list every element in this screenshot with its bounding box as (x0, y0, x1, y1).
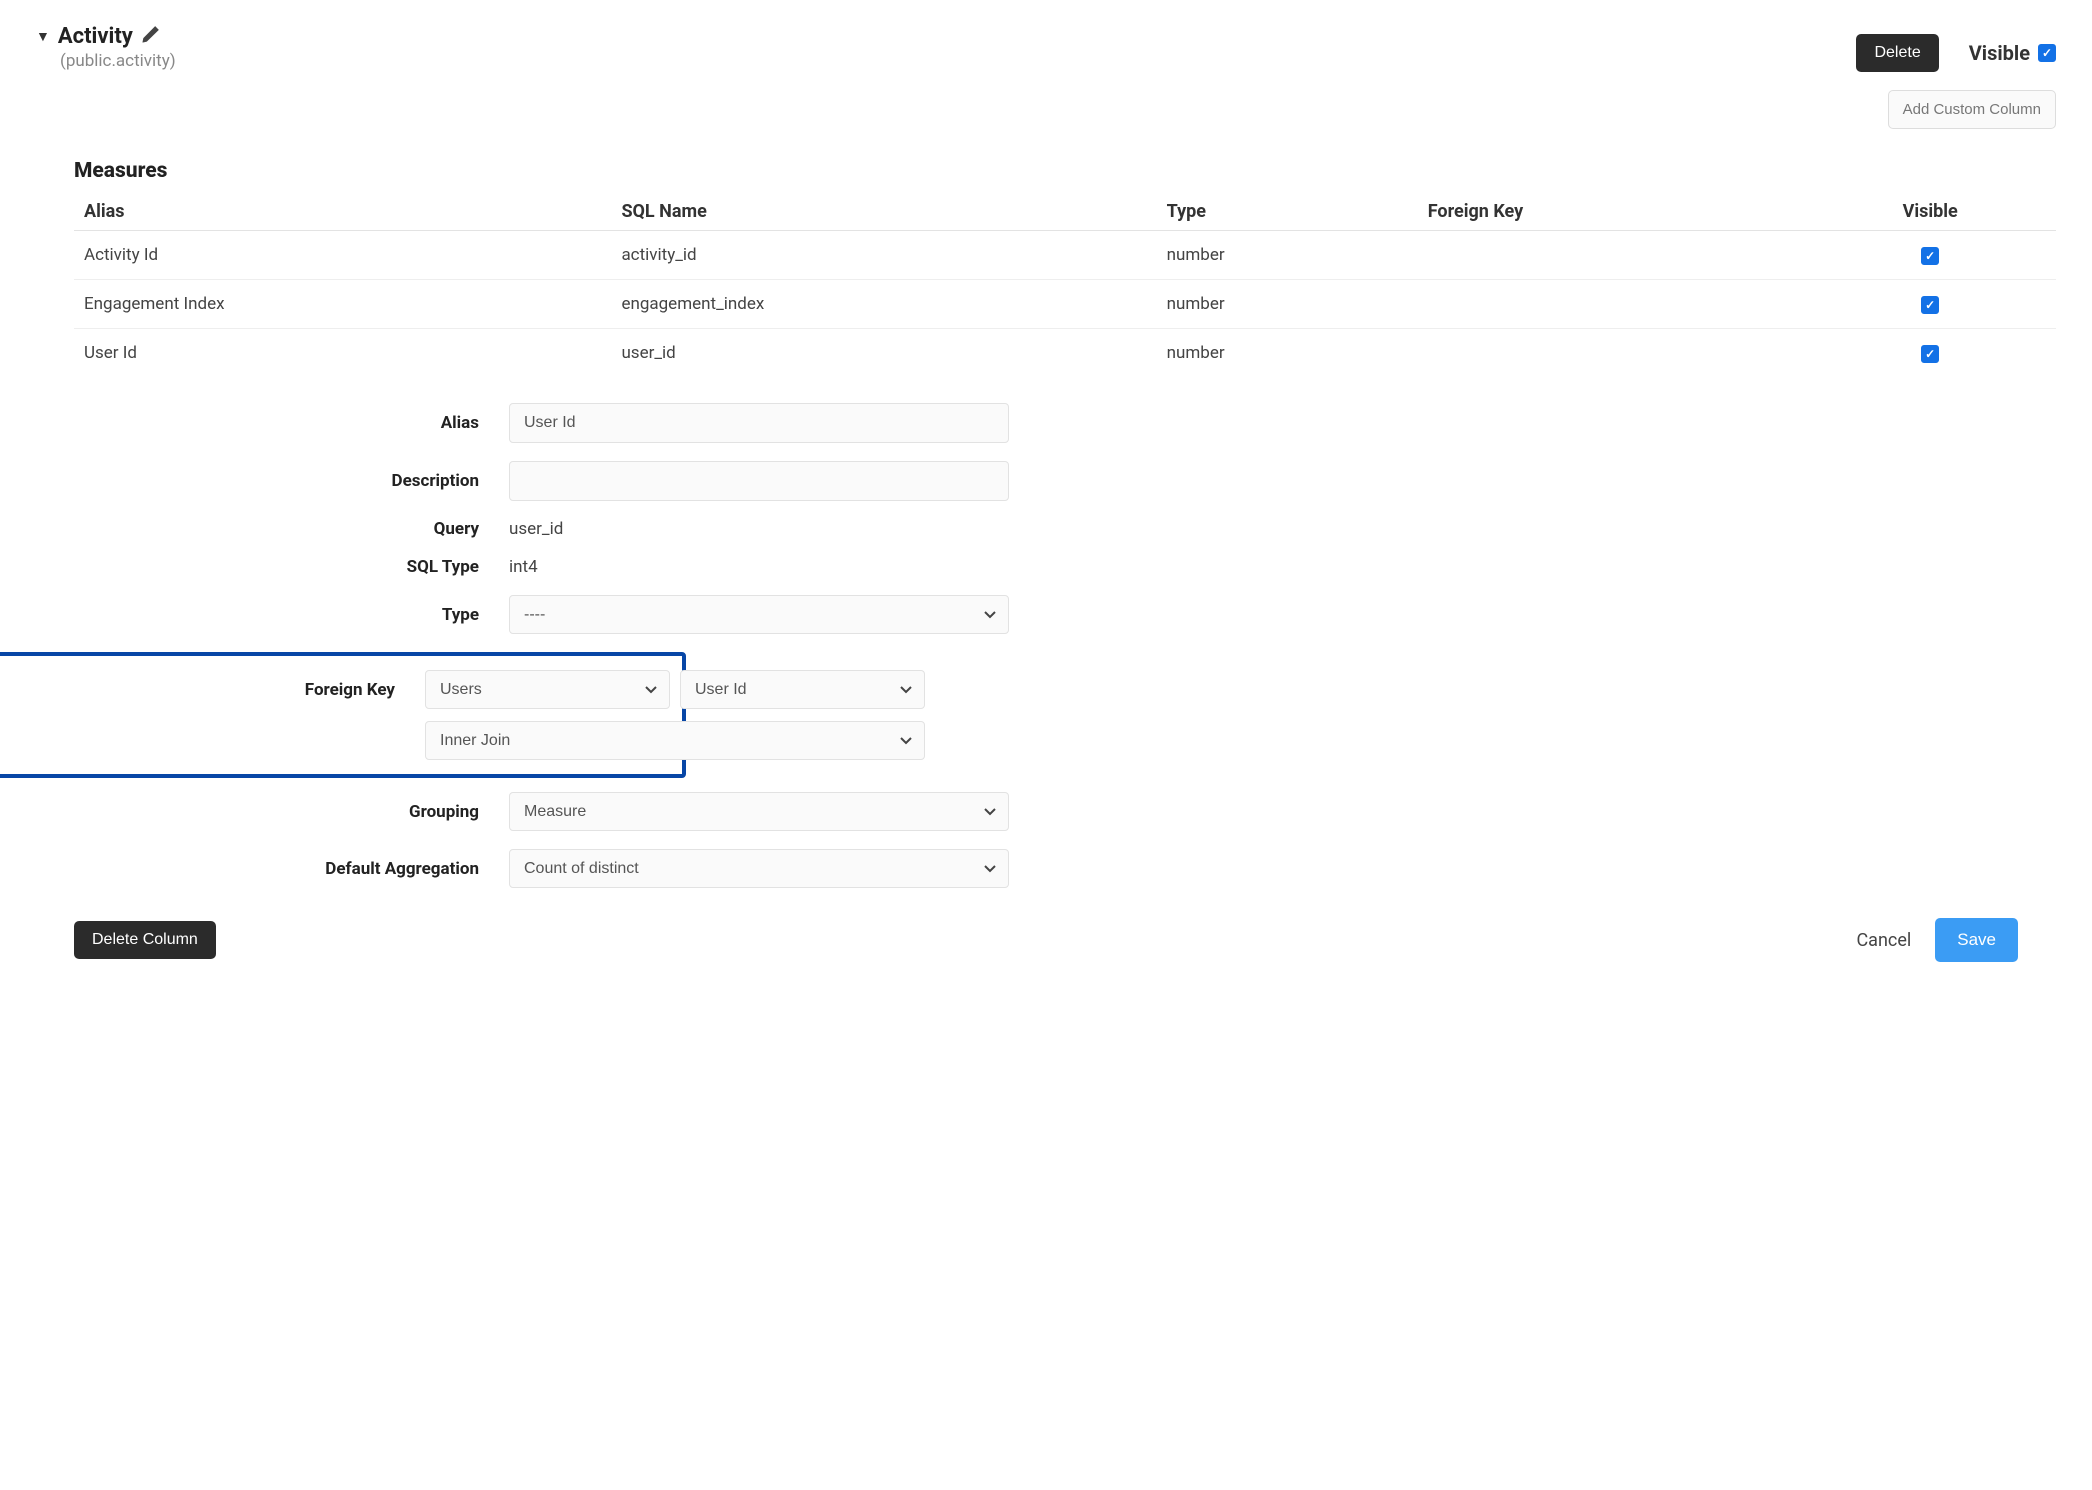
cell-visible (1804, 280, 2056, 329)
form-row-description: Description (74, 461, 2056, 501)
cell-visible (1804, 231, 2056, 280)
label-description: Description (74, 471, 479, 491)
label-defaultagg: Default Aggregation (74, 859, 479, 879)
sqltype-value: int4 (509, 557, 538, 577)
cell-fk (1418, 280, 1805, 329)
cell-type: number (1157, 329, 1418, 378)
cell-type: number (1157, 231, 1418, 280)
query-value: user_id (509, 519, 563, 539)
label-type: Type (74, 605, 479, 625)
fk-controls: Users User Id (425, 670, 925, 709)
add-custom-column-button[interactable]: Add Custom Column (1888, 90, 2056, 129)
row-visible-checkbox[interactable] (1921, 345, 1939, 363)
form-row-fk-top: Foreign Key Users User Id (78, 670, 682, 709)
cell-alias: Engagement Index (74, 280, 611, 329)
page-title: Activity (58, 24, 133, 49)
cell-type: number (1157, 280, 1418, 329)
footer-right: Cancel Save (1856, 918, 2018, 962)
col-header-visible: Visible (1804, 193, 2056, 231)
grouping-select[interactable]: Measure (509, 792, 1009, 831)
label-grouping: Grouping (74, 802, 479, 822)
page-subtitle: (public.activity) (60, 51, 176, 71)
edit-title-icon[interactable] (141, 24, 161, 49)
measures-section: Measures Alias SQL Name Type Foreign Key… (74, 159, 2056, 888)
visible-toggle-group: Visible (1969, 41, 2056, 65)
col-header-fk: Foreign Key (1418, 193, 1805, 231)
table-row[interactable]: Engagement Index engagement_index number (74, 280, 2056, 329)
visible-label: Visible (1969, 41, 2030, 65)
col-header-alias: Alias (74, 193, 611, 231)
cell-sqlname: user_id (611, 329, 1156, 378)
cell-alias: User Id (74, 329, 611, 378)
measures-table: Alias SQL Name Type Foreign Key Visible … (74, 193, 2056, 377)
form-row-alias: Alias (74, 403, 2056, 443)
foreign-key-highlight-box: Foreign Key Users User Id Inner Join (0, 652, 686, 778)
form-row-defaultagg: Default Aggregation Count of distinct (74, 849, 2056, 888)
col-header-type: Type (1157, 193, 1418, 231)
description-input[interactable] (509, 461, 1009, 501)
cell-sqlname: engagement_index (611, 280, 1156, 329)
form-row-grouping: Grouping Measure (74, 792, 2056, 831)
collapse-toggle-icon[interactable]: ▼ (36, 28, 50, 45)
header-left: ▼ Activity (public.activity) (36, 24, 176, 71)
form-row-type: Type ---- (74, 595, 2056, 634)
form-row-fk-join: Inner Join (78, 721, 682, 760)
table-row[interactable]: Activity Id activity_id number (74, 231, 2056, 280)
visible-checkbox[interactable] (2038, 44, 2056, 62)
cell-fk (1418, 231, 1805, 280)
subheader-row: Add Custom Column (36, 90, 2056, 129)
cancel-link[interactable]: Cancel (1856, 930, 1911, 951)
save-button[interactable]: Save (1935, 918, 2018, 962)
label-query: Query (74, 519, 479, 539)
row-visible-checkbox[interactable] (1921, 247, 1939, 265)
alias-input[interactable] (509, 403, 1009, 443)
cell-sqlname: activity_id (611, 231, 1156, 280)
fk-column-select[interactable]: User Id (680, 670, 925, 709)
table-header-row: Alias SQL Name Type Foreign Key Visible (74, 193, 2056, 231)
cell-visible (1804, 329, 2056, 378)
type-select[interactable]: ---- (509, 595, 1009, 634)
label-sqltype: SQL Type (74, 557, 479, 577)
row-visible-checkbox[interactable] (1921, 296, 1939, 314)
column-detail-form: Alias Description Query user_id SQL Type… (74, 403, 2056, 888)
form-row-sqltype: SQL Type int4 (74, 557, 2056, 577)
delete-button[interactable]: Delete (1856, 34, 1938, 72)
table-row[interactable]: User Id user_id number (74, 329, 2056, 378)
header: ▼ Activity (public.activity) Delete Visi… (36, 24, 2056, 72)
cell-fk (1418, 329, 1805, 378)
header-right: Delete Visible (1856, 24, 2056, 72)
label-fk: Foreign Key (78, 680, 395, 700)
footer: Delete Column Cancel Save (36, 918, 2056, 962)
col-header-sqlname: SQL Name (611, 193, 1156, 231)
title-line: ▼ Activity (36, 24, 176, 49)
cell-alias: Activity Id (74, 231, 611, 280)
delete-column-button[interactable]: Delete Column (74, 921, 216, 959)
default-aggregation-select[interactable]: Count of distinct (509, 849, 1009, 888)
fk-join-select[interactable]: Inner Join (425, 721, 925, 760)
measures-section-title: Measures (74, 159, 2056, 183)
form-row-query: Query user_id (74, 519, 2056, 539)
fk-table-select[interactable]: Users (425, 670, 670, 709)
label-alias: Alias (74, 413, 479, 433)
